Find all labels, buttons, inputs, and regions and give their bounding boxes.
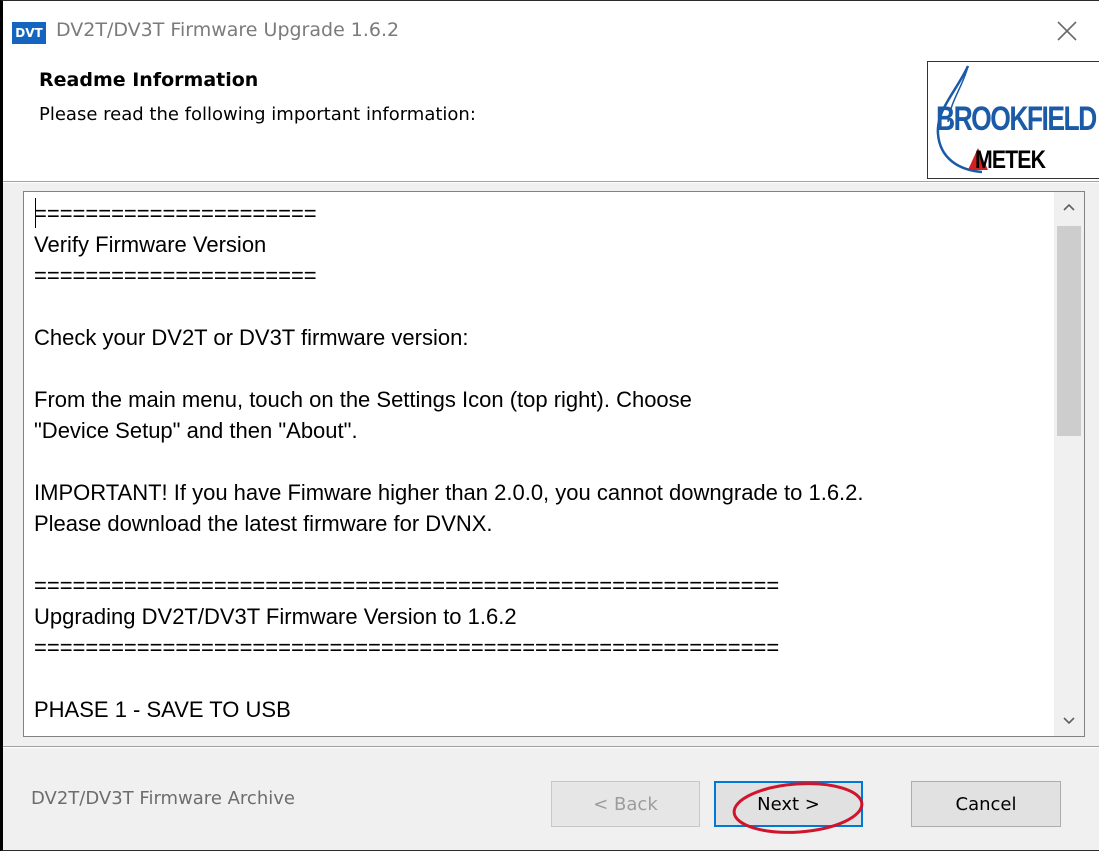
chevron-down-icon [1063,717,1075,725]
page-subtitle: Please read the following important info… [39,104,476,125]
readme-line [34,446,1044,477]
vertical-scrollbar[interactable] [1054,192,1084,736]
scroll-down-button[interactable] [1054,706,1084,736]
page-title: Readme Information [39,69,259,91]
scroll-up-button[interactable] [1054,192,1084,222]
back-button[interactable]: < Back [551,781,700,827]
next-highlight-circle [732,782,864,834]
footer-divider [3,746,1099,748]
readme-line [34,539,1044,570]
scroll-thumb[interactable] [1057,226,1081,436]
chevron-up-icon [1063,203,1075,211]
header-divider [3,181,1099,183]
readme-line: PHASE 1 - SAVE TO USB [34,697,291,722]
readme-textbox[interactable]: ====================== Verify Firmware Ve… [23,191,1085,737]
readme-line: ========================================… [34,573,780,598]
logo-ametek-text: METEK [975,146,1046,174]
window-title: DV2T/DV3T Firmware Upgrade 1.6.2 [56,19,400,41]
wizard-header: Readme Information Please read the follo… [3,61,1099,181]
readme-line: ====================== [34,263,317,288]
readme-line: ========================================… [34,635,780,660]
readme-line [34,663,1044,694]
readme-line [34,291,1044,322]
readme-line: ====================== [34,201,317,226]
readme-line: Check your DV2T or DV3T firmware version… [34,325,469,350]
readme-line [34,353,1044,384]
readme-content: ====================== Verify Firmware Ve… [34,198,1044,725]
cancel-button[interactable]: Cancel [911,781,1061,827]
readme-line: IMPORTANT! If you have Fimware higher th… [34,480,864,505]
readme-line: "Device Setup" and then "About". [34,418,358,443]
logo-brookfield-text: BROOKFIELD [936,100,1097,138]
readme-line: Upgrading DV2T/DV3T Firmware Version to … [34,604,517,629]
readme-line: From the main menu, touch on the Setting… [34,387,692,412]
readme-line: Verify Firmware Version [34,232,267,257]
footer-branding-label: DV2T/DV3T Firmware Archive [31,788,295,809]
installer-window: DVT DV2T/DV3T Firmware Upgrade 1.6.2 Rea… [0,0,1099,851]
brookfield-ametek-logo: BROOKFIELD METEK [927,61,1099,179]
readme-line: Please download the latest firmware for … [34,511,493,536]
title-bar[interactable]: DVT DV2T/DV3T Firmware Upgrade 1.6.2 [3,1,1099,61]
app-icon: DVT [12,22,46,44]
close-button[interactable] [1034,1,1099,61]
close-icon [1057,21,1077,41]
